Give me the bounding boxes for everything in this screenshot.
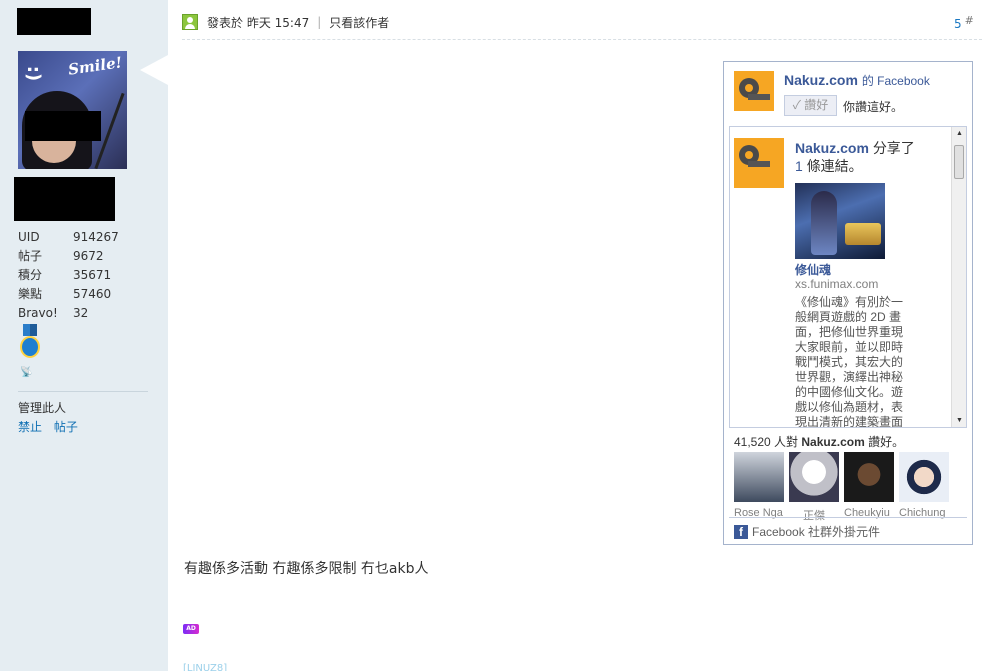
fan-item[interactable]: Chichung (899, 452, 949, 523)
fb-stream[interactable]: Nakuz.com 分享了 1 條連結。 修仙魂 xs.funimax.com … (729, 126, 967, 428)
facebook-like-box: Nakuz.com 的 Facebook ✓ 讚好 你讚這好。 Nakuz.co… (723, 61, 973, 545)
fb-page-header: Nakuz.com 的 Facebook (784, 72, 930, 89)
nakuz-post-logo-icon[interactable] (734, 138, 784, 188)
game-character (811, 191, 837, 255)
fb-post-title: Nakuz.com 分享了 1 條連結。 (795, 139, 915, 175)
fan-item[interactable]: Rose Nga (734, 452, 784, 523)
avatar-emoticon: :) (23, 65, 45, 82)
fb-fan-faces: Rose Nga 正傑 Cheukyiu Chichung (734, 452, 954, 523)
post-header: 發表於 昨天 15:47 | 只看該作者 (182, 12, 389, 32)
avatar[interactable]: :) Smile! (18, 51, 127, 169)
fan-avatar[interactable] (789, 452, 839, 502)
fb-like-count: 41,520 人對 Nakuz.com 讚好。 (734, 433, 904, 450)
fb-like-count-suffix: 讚好。 (868, 435, 905, 449)
posts-link[interactable]: 帖子 (54, 420, 78, 434)
stat-label: 積分 (18, 268, 43, 282)
redacted-username (17, 8, 91, 35)
fb-post-count[interactable]: 1 (795, 158, 803, 174)
fan-item[interactable]: 正傑 (789, 452, 839, 523)
avatar-pointer (140, 55, 168, 85)
author-only-link[interactable]: 只看該作者 (329, 14, 389, 31)
floor-number[interactable]: 5 # (954, 14, 974, 31)
medal-disc (20, 336, 40, 358)
floor-number-value[interactable]: 5 (954, 17, 962, 31)
avatar-caption: Smile! (67, 53, 124, 79)
stat-label: 樂點 (18, 287, 43, 301)
header-divider (182, 39, 982, 40)
fan-avatar[interactable] (734, 452, 784, 502)
fb-post-author[interactable]: Nakuz.com (795, 140, 869, 156)
scroll-thumb[interactable] (954, 145, 964, 179)
fan-item[interactable]: Cheukyiu (844, 452, 894, 523)
fb-page-name[interactable]: Nakuz.com (784, 72, 858, 88)
manage-user-label: 管理此人 (18, 401, 67, 415)
author-sidebar: :) Smile! UID 914267 帖子 9672 積分 35671 樂點… (0, 0, 168, 671)
post-time: 發表於 昨天 15:47 (207, 15, 310, 30)
fb-like-button[interactable]: ✓ 讚好 (784, 95, 837, 116)
redacted-title (14, 177, 115, 221)
game-thumbnail[interactable] (795, 183, 885, 259)
fb-link-title[interactable]: 修仙魂 (795, 261, 831, 278)
header-separator: | (317, 15, 322, 29)
stat-value: 32 (73, 306, 89, 320)
medal-ribbon (23, 324, 37, 336)
fb-page-suffix[interactable]: 的 Facebook (862, 74, 930, 88)
fb-link-url: xs.funimax.com (795, 277, 879, 291)
stat-label: 帖子 (18, 249, 43, 263)
fb-footer-text[interactable]: Facebook 社群外掛元件 (752, 523, 880, 540)
fb-stream-scrollbar[interactable]: ▲ ▼ (951, 127, 966, 427)
post-message: 有趣係多活動 冇趣係多限制 冇乜akb人 (184, 561, 429, 577)
stat-value: 9672 (73, 249, 104, 263)
manage-links: 禁止 帖子 (18, 418, 86, 435)
stat-value: 914267 (73, 230, 119, 244)
fan-avatar[interactable] (899, 452, 949, 502)
stat-label: UID (18, 230, 40, 244)
nakuz-logo-icon[interactable] (734, 71, 774, 111)
fb-post-action-suffix: 條連結。 (806, 158, 863, 174)
medal-icon[interactable] (20, 324, 40, 360)
sidebar-divider (18, 391, 148, 392)
stat-lepoints: 樂點 57460 (18, 285, 119, 304)
fb-like-count-number: 41,520 人對 (734, 435, 799, 449)
stat-uid: UID 914267 (18, 228, 119, 247)
truncated-link[interactable]: [LINUZ8] (183, 663, 227, 671)
ban-link[interactable]: 禁止 (18, 420, 42, 434)
stat-value: 35671 (73, 268, 112, 282)
stat-posts: 帖子 9672 (18, 247, 119, 266)
stat-value: 57460 (73, 287, 112, 301)
fb-like-status: 你讚這好。 (843, 100, 904, 114)
scroll-up-icon[interactable]: ▲ (956, 130, 963, 137)
fb-post-action: 分享了 (872, 140, 915, 156)
user-stats: UID 914267 帖子 9672 積分 35671 樂點 57460 Bra… (18, 228, 119, 323)
fb-footer-divider (729, 517, 967, 518)
scroll-down-icon[interactable]: ▼ (956, 417, 963, 424)
facebook-icon[interactable]: f (734, 524, 748, 539)
fb-footer: f Facebook 社群外掛元件 (734, 523, 880, 540)
user-online-icon (182, 14, 198, 30)
ad-badge-icon[interactable]: AD (183, 624, 199, 634)
stat-label: Bravo! (18, 306, 58, 320)
fb-like-count-page: Nakuz.com (801, 435, 865, 449)
stat-points: 積分 35671 (18, 266, 119, 285)
floor-symbol: # (964, 14, 974, 27)
redacted-face (25, 111, 101, 141)
fan-name[interactable]: 正傑 (789, 507, 839, 523)
game-logo (845, 223, 881, 245)
fb-link-description: 《修仙魂》有別於一般網頁遊戲的 2D 畫面，把修仙世界重現大家眼前，並以即時戰鬥… (795, 295, 904, 428)
fb-like-button-label: 讚好 (804, 98, 829, 112)
satellite-icon[interactable]: 📡 (20, 367, 32, 378)
fan-avatar[interactable] (844, 452, 894, 502)
stat-bravo: Bravo! 32 (18, 304, 119, 323)
